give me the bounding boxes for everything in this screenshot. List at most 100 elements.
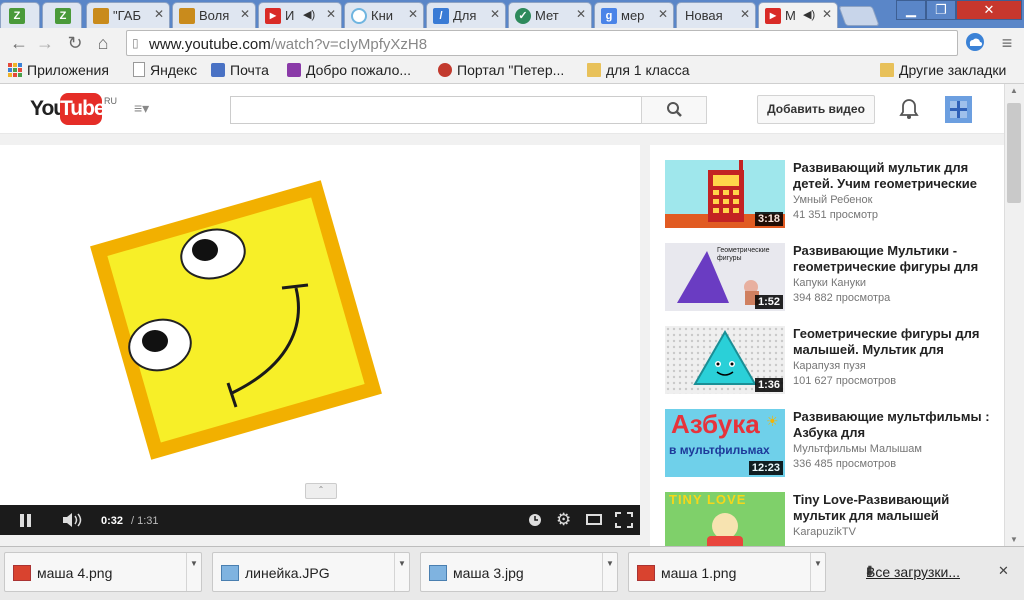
tab-7[interactable]: / Для ✕ (426, 2, 506, 28)
recommendation-item[interactable]: 3:18 Развивающий мультик для детей. Учим… (665, 160, 995, 230)
upload-video-button[interactable]: Добавить видео (757, 95, 875, 124)
tab-9[interactable]: g мер ✕ (594, 2, 674, 28)
avatar[interactable] (945, 96, 972, 123)
chevron-down-icon[interactable]: ▼ (186, 553, 201, 591)
new-tab-button[interactable] (838, 6, 880, 26)
book-icon (179, 8, 195, 24)
tab-strip: Z Z "ГАБ ✕ Воля ✕ ▶ И ◀) ✕ Кни ✕ / Для ✕… (0, 0, 1024, 28)
guide-menu-icon[interactable]: ≡▾ (134, 100, 158, 116)
video-player[interactable] (0, 145, 640, 535)
download-item[interactable]: маша 3.jpg ▼ (420, 552, 618, 592)
tab-3[interactable]: "ГАБ ✕ (86, 2, 170, 28)
chevron-down-icon[interactable]: ▼ (602, 553, 617, 591)
speaker-icon: ◀) (803, 9, 816, 21)
close-window-button[interactable]: ✕ (956, 0, 1022, 20)
close-icon[interactable]: ✕ (740, 7, 750, 21)
download-filename: линейка.JPG (245, 565, 330, 581)
tab-8[interactable]: ✓ Мет ✕ (508, 2, 592, 28)
minimize-button[interactable]: ▁ (896, 0, 926, 20)
download-item[interactable]: маша 1.png ▼ (628, 552, 826, 592)
bell-icon[interactable] (898, 97, 920, 121)
forward-arrow-icon[interactable]: → (34, 32, 56, 54)
bookmark-other[interactable]: Другие закладки (880, 62, 1006, 78)
recommendation-item[interactable]: 1:36 Геометрические фигуры для малышей. … (665, 326, 995, 396)
bookmarks-bar: Приложения Яндекс Почта Добро пожало... … (0, 58, 1024, 84)
tab-10[interactable]: Новая ✕ (676, 2, 756, 28)
youtube-logo-tube[interactable]: Tube (60, 93, 106, 125)
close-icon[interactable]: ✕ (240, 7, 250, 21)
chevron-down-icon[interactable]: ▼ (394, 553, 409, 591)
search-button[interactable] (641, 96, 707, 124)
watch-later-icon[interactable] (528, 513, 542, 530)
cloud-extension-icon[interactable] (964, 32, 986, 54)
video-thumbnail[interactable]: 1:36 (665, 326, 785, 394)
tab-2[interactable]: Z (42, 2, 82, 28)
tab-5[interactable]: ▶ И ◀) ✕ (258, 2, 342, 28)
download-item[interactable]: линейка.JPG ▼ (212, 552, 410, 592)
tiny-love-thumbnail-image (707, 513, 743, 546)
reload-icon[interactable]: ↻ (64, 32, 86, 54)
chevron-down-icon[interactable]: ▼ (810, 553, 825, 591)
tab-1[interactable]: Z (0, 2, 40, 28)
video-title[interactable]: Tiny Love-Развивающий мультик для малыше… (793, 492, 993, 524)
bookmark-folder-1-class[interactable]: для 1 класса (587, 62, 690, 78)
close-icon[interactable]: ✕ (822, 7, 832, 21)
all-downloads-link[interactable]: Все загрузки... (866, 564, 960, 580)
video-thumbnail[interactable]: Геометрические фигуры 1:52 (665, 243, 785, 311)
recommendation-item[interactable]: Азбука в мультфильмах ☀ 12:23 Развивающи… (665, 409, 995, 479)
pull-tab-handle[interactable]: ⌃ (305, 483, 337, 499)
back-arrow-icon[interactable]: ← (8, 32, 30, 54)
emblem-icon (438, 63, 452, 77)
close-icon[interactable]: ✕ (154, 7, 164, 21)
download-item[interactable]: маша 4.png ▼ (4, 552, 202, 592)
maximize-button[interactable]: ❐ (926, 0, 956, 20)
close-icon[interactable]: ✕ (998, 563, 1009, 579)
pause-icon[interactable] (20, 514, 24, 527)
video-thumbnail[interactable]: 3:18 (665, 160, 785, 228)
video-thumbnail[interactable]: TINY LOVE (665, 492, 785, 546)
recommendation-item[interactable]: Геометрические фигуры 1:52 Развивающие М… (665, 243, 995, 313)
address-bar[interactable]: ▯ www.youtube.com/watch?v=cIyMpfyXzH8 (126, 30, 958, 56)
scroll-up-arrow-icon[interactable]: ▲ (1010, 86, 1018, 95)
close-icon[interactable]: ✕ (576, 7, 586, 21)
gear-icon[interactable]: ⚙ (556, 510, 571, 530)
channel-name[interactable]: Капуки Кануки (793, 277, 866, 289)
tab-title: мер (621, 8, 645, 23)
channel-name[interactable]: Умный Ребенок (793, 194, 872, 206)
close-icon[interactable]: ✕ (490, 7, 500, 21)
video-title[interactable]: Развивающие мультфильмы : Азбука для (793, 409, 993, 441)
home-icon[interactable]: ⌂ (92, 32, 114, 54)
scroll-down-arrow-icon[interactable]: ▼ (1010, 535, 1018, 544)
bookmark-welcome[interactable]: Добро пожало... (287, 62, 411, 78)
volume-icon[interactable] (62, 512, 84, 531)
video-title[interactable]: Развивающие Мультики - геометрические фи… (793, 243, 993, 275)
channel-name[interactable]: KarapuzikTV (793, 526, 856, 538)
tab-active[interactable]: ▶ М ◀) ✕ (758, 2, 838, 28)
close-icon[interactable]: ✕ (658, 7, 668, 21)
close-icon[interactable]: ✕ (326, 7, 336, 21)
tab-6[interactable]: Кни ✕ (344, 2, 424, 28)
apps-grid-icon (8, 63, 22, 77)
menu-icon[interactable]: ≡ (996, 32, 1018, 54)
bookmark-yandex[interactable]: Яндекс (133, 62, 197, 78)
video-title[interactable]: Развивающий мультик для детей. Учим геом… (793, 160, 993, 192)
search-input[interactable] (230, 96, 642, 124)
bookmark-mail[interactable]: Почта (211, 62, 269, 78)
bookmark-portal[interactable]: Портал "Петер... (438, 62, 564, 78)
tab-4[interactable]: Воля ✕ (172, 2, 256, 28)
tab-title: Кни (371, 8, 394, 23)
image-blue-icon (221, 565, 239, 581)
scrollbar-thumb[interactable] (1007, 103, 1021, 203)
video-thumbnail[interactable]: Азбука в мультфильмах ☀ 12:23 (665, 409, 785, 477)
page-icon (133, 62, 145, 77)
theater-mode-icon[interactable] (586, 514, 602, 525)
channel-name[interactable]: Мультфильмы Малышам (793, 443, 922, 455)
channel-name[interactable]: Карапузя пузя (793, 360, 866, 372)
youtube-header: You Tube RU ≡▾ Добавить видео (0, 84, 1004, 134)
bookmark-apps[interactable]: Приложения (8, 62, 109, 78)
close-icon[interactable]: ✕ (408, 7, 418, 21)
recommendation-item[interactable]: TINY LOVE Tiny Love-Развивающий мультик … (665, 492, 995, 546)
youtube-icon: ▶ (765, 8, 781, 24)
fullscreen-icon[interactable] (615, 512, 633, 531)
video-title[interactable]: Геометрические фигуры для малышей. Мульт… (793, 326, 993, 358)
